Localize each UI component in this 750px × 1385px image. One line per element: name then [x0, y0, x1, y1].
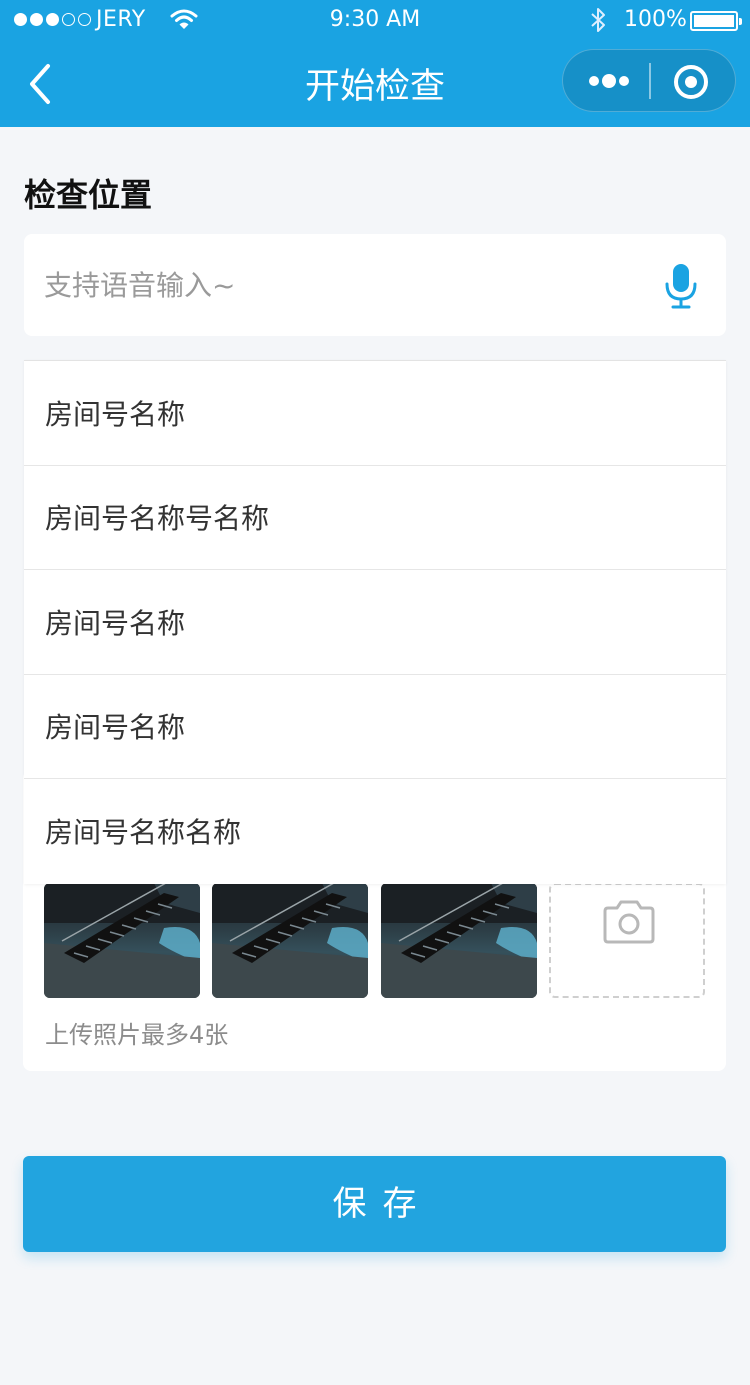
staircase-photo	[44, 883, 200, 998]
battery-icon	[690, 11, 742, 31]
capsule-divider	[649, 63, 651, 99]
location-search-card	[24, 234, 726, 336]
photo-upload-hint: 上传照片最多4张	[45, 1021, 229, 1049]
staircase-photo	[212, 883, 368, 998]
save-button[interactable]: 保存	[23, 1156, 726, 1252]
camera-icon	[603, 900, 655, 944]
staircase-photo	[381, 883, 537, 998]
suggestion-item[interactable]: 房间号名称名称	[24, 779, 726, 884]
photo-thumbnail[interactable]	[212, 883, 368, 998]
photo-thumbnail[interactable]	[44, 883, 200, 998]
microphone-icon[interactable]	[664, 262, 698, 310]
suggestion-item[interactable]: 房间号名称	[24, 361, 726, 466]
suggestion-item[interactable]: 房间号名称号名称	[24, 466, 726, 570]
status-bar: JERY 9:30 AM 100%	[0, 0, 750, 40]
section-title-inspection-location: 检查位置	[24, 176, 153, 214]
photo-thumbnail[interactable]	[381, 883, 537, 998]
bluetooth-icon	[591, 8, 605, 32]
navigation-bar: JERY 9:30 AM 100% 开始检查	[0, 0, 750, 127]
mini-program-capsule	[562, 49, 736, 112]
battery-percentage: 100%	[624, 7, 687, 32]
suggestion-item[interactable]: 房间号名称	[24, 570, 726, 675]
location-suggestion-list: 房间号名称 房间号名称号名称 房间号名称 房间号名称 房间号名称名称	[24, 360, 726, 884]
add-photo-button[interactable]	[549, 883, 705, 998]
close-mini-program-icon[interactable]	[673, 64, 709, 100]
more-options-icon[interactable]	[587, 68, 631, 94]
suggestion-item[interactable]: 房间号名称	[24, 675, 726, 779]
location-search-input[interactable]	[44, 260, 644, 310]
